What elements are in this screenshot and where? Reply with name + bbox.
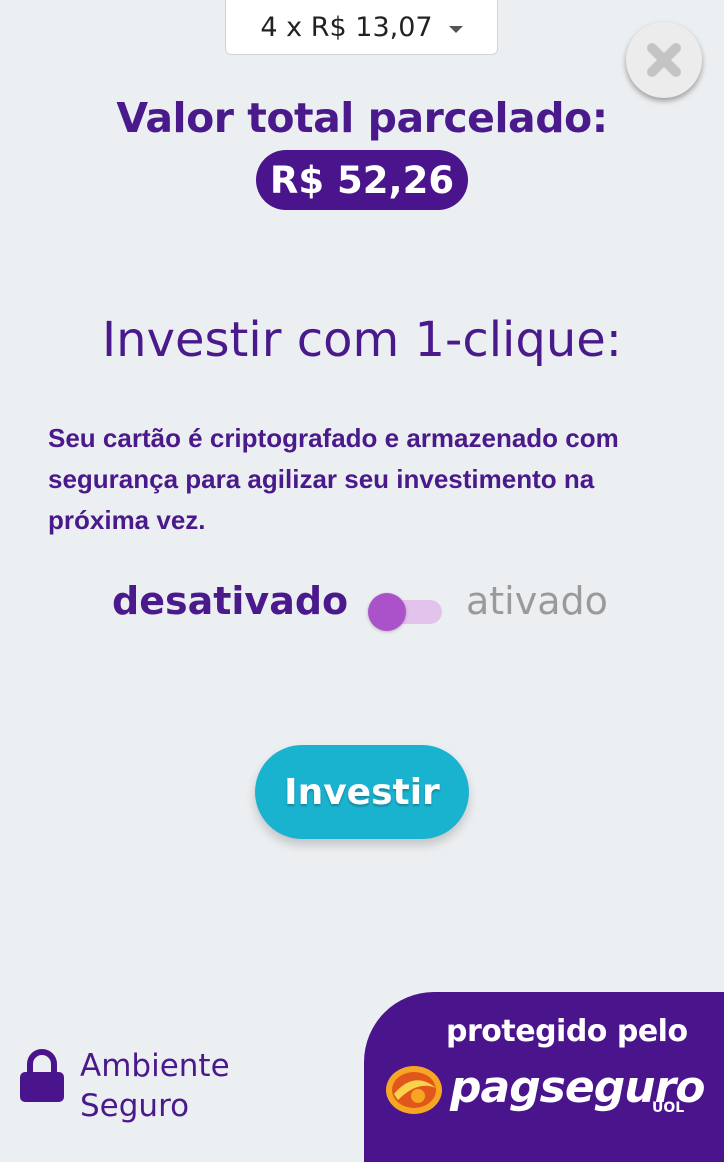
caret-down-icon: [448, 26, 463, 33]
close-icon: [647, 43, 681, 77]
installment-select[interactable]: 4 x R$ 13,07: [225, 0, 498, 55]
secure-environment: Ambiente Seguro: [18, 1044, 338, 1134]
total-label: Valor total parcelado:: [116, 94, 608, 142]
pagseguro-logo-icon: [386, 1066, 442, 1114]
installment-value: 4 x R$ 13,07: [260, 12, 433, 43]
one-click-toggle-row: desativado ativado: [0, 575, 724, 635]
toggle-on-label: ativado: [466, 579, 608, 623]
one-click-title: Investir com 1-clique:: [102, 312, 622, 368]
secure-text: Ambiente Seguro: [80, 1046, 230, 1126]
secure-line-2: Seguro: [80, 1088, 190, 1124]
one-click-description: Seu cartão é criptografado e armazenado …: [48, 423, 619, 535]
protected-by-text: protegido pelo: [446, 1014, 688, 1049]
pagseguro-logo: pagseguro UOL: [384, 1060, 724, 1120]
total-value-badge: R$ 52,26: [256, 150, 468, 210]
pagseguro-badge: protegido pelo pagseguro UOL: [364, 992, 724, 1162]
toggle-knob: [368, 593, 406, 631]
invest-button[interactable]: Investir: [255, 745, 469, 839]
secure-line-1: Ambiente: [80, 1048, 230, 1084]
toggle-off-label: desativado: [112, 579, 349, 623]
uol-wordmark: UOL: [652, 1100, 685, 1116]
close-button[interactable]: [626, 22, 702, 98]
lock-icon: [20, 1049, 64, 1102]
one-click-toggle[interactable]: [368, 593, 442, 631]
